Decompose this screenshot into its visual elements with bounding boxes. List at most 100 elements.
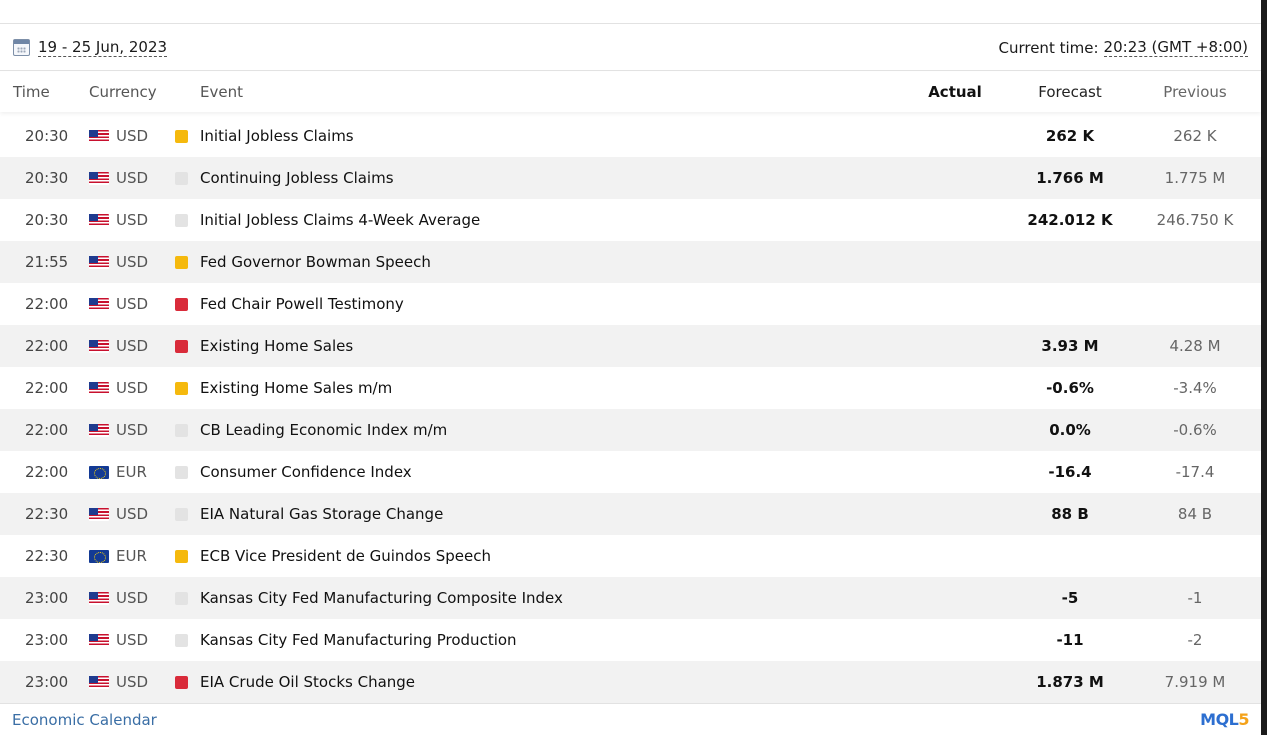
column-header-forecast: Forecast [1038,83,1102,101]
importance-cell [175,171,200,185]
event-name[interactable]: Kansas City Fed Manufacturing Production [200,631,910,649]
event-previous: -0.6% [1173,421,1217,439]
event-name[interactable]: Initial Jobless Claims 4-Week Average [200,211,910,229]
currency-code: USD [116,379,149,397]
currency-code: USD [116,421,149,439]
event-previous: -17.4 [1175,463,1215,481]
currency-code: USD [116,253,149,271]
mql5-logo[interactable]: MQL5 [1200,710,1249,729]
importance-cell [175,675,200,689]
us-flag-icon [89,171,109,185]
event-previous: 246.750 K [1156,211,1234,229]
event-forecast: -5 [1061,589,1079,607]
us-flag-icon [89,381,109,395]
event-name[interactable]: Fed Governor Bowman Speech [200,253,910,271]
importance-cell [175,591,200,605]
importance-cell [175,339,200,353]
table-row[interactable]: 22:00 USD Existing Home Sales 3.93 M 4.28 M [0,325,1261,367]
date-range-text[interactable]: 19 - 25 Jun, 2023 [38,38,168,57]
table-row[interactable]: 22:00 USD Fed Chair Powell Testimony [0,283,1261,325]
event-currency: USD [75,505,175,523]
currency-code: USD [116,127,149,145]
event-time: 22:00 [25,421,69,439]
event-name[interactable]: Kansas City Fed Manufacturing Composite … [200,589,910,607]
event-name[interactable]: EIA Crude Oil Stocks Change [200,673,910,691]
event-name[interactable]: EIA Natural Gas Storage Change [200,505,910,523]
currency-code: USD [116,505,149,523]
event-name[interactable]: Existing Home Sales m/m [200,379,910,397]
table-row[interactable]: 23:00 USD Kansas City Fed Manufacturing Pr… [0,619,1261,661]
timezone-selector[interactable]: 20:23 (GMT +8:00) [1103,38,1248,57]
table-row[interactable]: 22:00 USD Existing Home Sales m/m -0.6% -3.4… [0,367,1261,409]
event-time: 20:30 [25,169,69,187]
economic-calendar-widget: 19 - 25 Jun, 2023 Current time: 20:23 (G… [0,0,1267,735]
event-forecast: 3.93 M [1041,337,1099,355]
currency-code: USD [116,673,149,691]
table-row[interactable]: 23:00 USD Kansas City Fed Manufacturing Co… [0,577,1261,619]
importance-cell [175,381,200,395]
importance-medium-icon [175,549,188,563]
event-name[interactable]: Continuing Jobless Claims [200,169,910,187]
currency-code: USD [116,589,149,607]
event-name[interactable]: ECB Vice President de Guindos Speech [200,547,910,565]
event-currency: USD [75,589,175,607]
column-header-actual: Actual [928,83,982,101]
event-name[interactable]: Existing Home Sales [200,337,910,355]
event-currency: USD [75,295,175,313]
table-row[interactable]: 20:30 USD Continuing Jobless Claims 1.766 M… [0,157,1261,199]
event-previous: 7.919 M [1164,673,1226,691]
importance-low-icon [175,633,188,647]
event-currency: USD [75,379,175,397]
importance-medium-icon [175,381,188,395]
us-flag-icon [89,633,109,647]
currency-code: USD [116,211,149,229]
table-row[interactable]: 22:00 EUR Consumer Confidence Index -16.4 -1… [0,451,1261,493]
event-time: 23:00 [25,631,69,649]
event-name[interactable]: Initial Jobless Claims [200,127,910,145]
event-name[interactable]: Consumer Confidence Index [200,463,910,481]
importance-cell [175,465,200,479]
column-header-previous: Previous [1163,83,1227,101]
event-time: 23:00 [25,589,69,607]
event-forecast: -11 [1056,631,1084,649]
table-row[interactable]: 20:30 USD Initial Jobless Claims 262 K 262 K [0,115,1261,157]
table-header: Time Currency Event Actual Forecast Prev… [0,72,1261,112]
event-forecast: -0.6% [1046,379,1094,397]
us-flag-icon [89,255,109,269]
event-previous: -2 [1187,631,1203,649]
logo-main-text: MQL [1200,710,1239,729]
us-flag-icon [89,591,109,605]
event-previous: -1 [1187,589,1203,607]
event-name[interactable]: CB Leading Economic Index m/m [200,421,910,439]
us-flag-icon [89,507,109,521]
table-row[interactable]: 20:30 USD Initial Jobless Claims 4-Week Av… [0,199,1261,241]
event-time: 20:30 [25,211,69,229]
column-header-currency: Currency [89,83,157,101]
event-forecast: 1.766 M [1036,169,1104,187]
event-time: 22:00 [25,295,69,313]
importance-cell [175,297,200,311]
column-header-time: Time [13,83,50,101]
table-row[interactable]: 22:30 USD EIA Natural Gas Storage Change 88… [0,493,1261,535]
date-range-selector[interactable]: 19 - 25 Jun, 2023 [13,38,168,57]
event-time: 22:30 [25,505,69,523]
event-previous: 4.28 M [1169,337,1221,355]
table-row[interactable]: 21:55 USD Fed Governor Bowman Speech [0,241,1261,283]
us-flag-icon [89,339,109,353]
events-table-body: 20:30 USD Initial Jobless Claims 262 K 262 K… [0,115,1261,703]
calendar-icon[interactable] [13,39,30,56]
event-forecast: 0.0% [1049,421,1091,439]
event-currency: USD [75,673,175,691]
event-time: 22:00 [25,379,69,397]
event-currency: USD [75,631,175,649]
event-forecast: 262 K [1045,127,1095,145]
economic-calendar-link[interactable]: Economic Calendar [12,711,157,729]
table-row[interactable]: 22:00 USD CB Leading Economic Index m/m 0.0… [0,409,1261,451]
event-forecast: -16.4 [1048,463,1092,481]
event-name[interactable]: Fed Chair Powell Testimony [200,295,910,313]
table-row[interactable]: 23:00 USD EIA Crude Oil Stocks Change 1.873… [0,661,1261,703]
event-time: 22:00 [25,337,69,355]
importance-low-icon [175,213,188,227]
importance-medium-icon [175,255,188,269]
table-row[interactable]: 22:30 EUR ECB Vice President de Guindos Sp… [0,535,1261,577]
